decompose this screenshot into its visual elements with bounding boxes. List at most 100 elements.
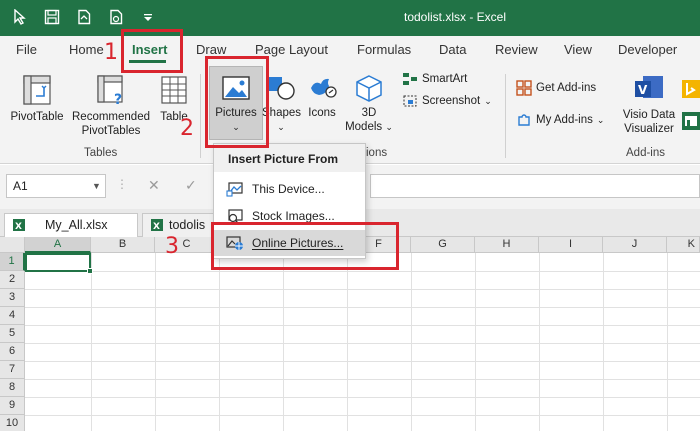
cube-icon xyxy=(356,75,382,102)
annotation-box-online-pictures xyxy=(211,222,399,270)
formula-input[interactable] xyxy=(370,174,700,198)
excel-file-icon: X xyxy=(13,219,25,232)
grid-line xyxy=(603,253,604,431)
icons-label: Icons xyxy=(308,107,336,119)
enter-icon[interactable]: ✓ xyxy=(185,177,197,194)
column-header[interactable]: A xyxy=(25,237,91,253)
chevron-down-icon: ⌄ xyxy=(484,95,492,106)
puzzle-icon xyxy=(518,114,530,126)
annotation-number: 2 xyxy=(180,116,194,141)
workbook-tab-my-all[interactable]: X My_All.xlsx xyxy=(4,213,138,237)
row-header[interactable]: 6 xyxy=(0,343,25,361)
fill-handle[interactable] xyxy=(87,268,93,274)
svg-text:?: ? xyxy=(114,92,122,106)
column-header[interactable]: J xyxy=(603,237,667,253)
grid-line xyxy=(25,289,700,290)
row-header[interactable]: 8 xyxy=(0,379,25,397)
recommended-line1: Recommended xyxy=(72,111,150,123)
get-add-ins-label: Get Add-ins xyxy=(536,82,597,94)
column-header[interactable]: K xyxy=(667,237,700,253)
row-header[interactable]: 9 xyxy=(0,397,25,415)
row-header[interactable]: 4 xyxy=(0,307,25,325)
chevron-down-icon: ⌄ xyxy=(596,114,605,125)
ribbon-separator xyxy=(200,74,201,158)
shapes-icon xyxy=(268,77,295,100)
grid-line xyxy=(155,253,156,431)
row-header[interactable]: 10 xyxy=(0,415,25,431)
recommended-line2: PivotTables xyxy=(81,125,141,137)
grid-line xyxy=(25,397,700,398)
device-picture-icon xyxy=(226,182,243,197)
add-ins-group-label: Add-ins xyxy=(626,147,665,159)
grid-line xyxy=(667,253,668,431)
recommended-pivottables-icon: ? xyxy=(97,75,123,106)
row-header[interactable]: 7 xyxy=(0,361,25,379)
chevron-down-icon[interactable]: ▼ xyxy=(92,181,101,191)
grid-line xyxy=(219,253,220,431)
column-header[interactable]: I xyxy=(539,237,603,253)
smartart-label: SmartArt xyxy=(422,73,468,85)
people-graph-icon[interactable] xyxy=(682,112,700,130)
column-header[interactable]: B xyxy=(91,237,155,253)
grid-line xyxy=(475,253,476,431)
cancel-icon[interactable]: ✕ xyxy=(148,177,160,194)
3d-models-button[interactable]: 3D Models ⌄ xyxy=(344,74,394,134)
tab-developer[interactable]: Developer xyxy=(618,42,677,57)
tab-formulas[interactable]: Formulas xyxy=(357,42,411,57)
recommended-pivottables-button[interactable]: ? Recommended PivotTables xyxy=(68,74,154,138)
tables-group-label: Tables xyxy=(84,147,118,159)
store-icon xyxy=(516,80,532,96)
my-add-ins-button[interactable]: My Add-ins ⌄ xyxy=(516,112,604,128)
tab-draw[interactable]: Draw xyxy=(196,42,226,57)
ribbon-separator xyxy=(505,74,506,158)
tab-view[interactable]: View xyxy=(564,42,592,57)
tab-file[interactable]: File xyxy=(16,42,37,57)
pivottable-button[interactable]: PivotTable xyxy=(8,74,66,124)
column-header[interactable]: H xyxy=(475,237,539,253)
get-add-ins-button[interactable]: Get Add-ins xyxy=(516,80,596,96)
name-box-value: A1 xyxy=(13,179,28,193)
tab-data[interactable]: Data xyxy=(439,42,466,57)
select-all-corner[interactable] xyxy=(0,237,25,253)
bing-icon[interactable] xyxy=(682,80,700,98)
grid-line xyxy=(25,379,700,380)
tab-review[interactable]: Review xyxy=(495,42,538,57)
row-header[interactable]: 2 xyxy=(0,271,25,289)
grid-line xyxy=(25,415,700,416)
tab-page-layout[interactable]: Page Layout xyxy=(255,42,328,57)
menu-header: Insert Picture From xyxy=(214,144,365,172)
title-bar: todolist.xlsx - Excel xyxy=(0,0,700,36)
window-title: todolist.xlsx - Excel xyxy=(403,10,507,24)
chevron-down-icon: ⌄ xyxy=(385,122,393,132)
screenshot-button[interactable]: Screenshot ⌄ xyxy=(402,94,492,108)
row-header[interactable]: 1 xyxy=(0,253,25,271)
row-header[interactable]: 3 xyxy=(0,289,25,307)
smartart-button[interactable]: SmartArt xyxy=(402,72,467,86)
annotation-box-pictures xyxy=(205,56,269,148)
grid-line xyxy=(283,253,284,431)
svg-text:X: X xyxy=(153,222,160,232)
bird-icon xyxy=(311,78,337,98)
visio-data-visualizer-button[interactable]: V Visio Data Visualizer xyxy=(618,72,680,136)
smartart-icon xyxy=(403,73,417,85)
name-box[interactable]: A1 xyxy=(6,174,106,198)
grid-line xyxy=(91,253,92,431)
icons-button[interactable]: Icons xyxy=(303,74,341,120)
3d-models-line2: Models xyxy=(345,121,383,133)
drag-handle-icon[interactable]: ⋮ xyxy=(116,177,128,191)
active-cell-a1[interactable] xyxy=(25,253,91,272)
3d-models-line1: 3D xyxy=(361,107,377,119)
column-header[interactable]: G xyxy=(411,237,475,253)
annotation-box-insert-tab xyxy=(121,29,183,73)
visio-icon: V xyxy=(635,76,663,98)
tab-home[interactable]: Home xyxy=(69,42,104,57)
grid-line xyxy=(25,271,700,272)
annotation-number: 1 xyxy=(104,40,118,65)
visio-line1: Visio Data xyxy=(622,109,676,121)
grid-line xyxy=(25,343,700,344)
menu-item-this-device[interactable]: This Device... xyxy=(214,176,365,202)
screenshot-icon xyxy=(403,95,417,107)
workbook-tab-label: My_All.xlsx xyxy=(45,218,108,232)
chevron-down-icon: ⌄ xyxy=(277,122,285,132)
row-header[interactable]: 5 xyxy=(0,325,25,343)
